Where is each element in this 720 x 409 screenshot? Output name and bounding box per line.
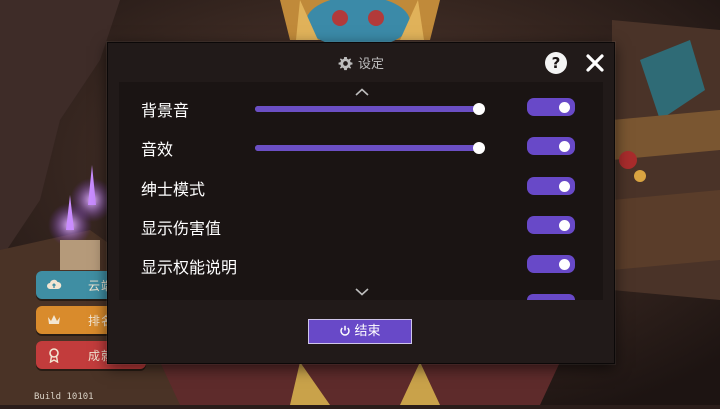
help-button[interactable]: ? xyxy=(545,52,567,74)
show-power-info-toggle[interactable] xyxy=(527,255,575,273)
setting-label-sound-effects: 音效 xyxy=(141,140,174,159)
show-damage-toggle[interactable] xyxy=(527,216,575,234)
background-music-slider[interactable] xyxy=(255,103,485,115)
help-icon: ? xyxy=(551,54,561,72)
toggle-knob xyxy=(559,259,570,270)
setting-row-background-music: 背景音 xyxy=(119,92,603,122)
build-version-label: Build 10101 xyxy=(34,392,94,402)
toggle-knob xyxy=(559,220,570,231)
gentleman-mode-toggle[interactable] xyxy=(527,177,575,195)
end-game-button[interactable]: 结束 xyxy=(308,319,412,344)
chevron-down-icon[interactable] xyxy=(355,288,369,296)
settings-list[interactable]: 背景音 音效 绅士模式 显示伤害值 显示权能说明 xyxy=(119,82,603,300)
setting-label-gentleman-mode: 绅士模式 xyxy=(141,180,206,199)
sound-effects-toggle[interactable] xyxy=(527,137,575,155)
slider-handle[interactable] xyxy=(473,103,485,115)
gear-icon xyxy=(338,56,353,71)
slider-handle[interactable] xyxy=(473,142,485,154)
dialog-title: 设定 xyxy=(108,53,614,72)
next-setting-toggle-partial[interactable] xyxy=(527,294,575,300)
toggle-knob xyxy=(559,181,570,192)
setting-row-show-power-info: 显示权能说明 xyxy=(119,249,603,279)
settings-dialog: 设定 ? 背景音 音效 绅士模式 显示伤害值 显示权能说明 结束 xyxy=(107,42,615,364)
sound-effects-slider[interactable] xyxy=(255,142,485,154)
close-icon[interactable] xyxy=(585,53,605,73)
medal-icon xyxy=(49,348,59,363)
setting-label-show-damage: 显示伤害值 xyxy=(141,219,222,238)
cloud-icon xyxy=(47,279,62,289)
setting-label-show-power-info: 显示权能说明 xyxy=(141,258,238,277)
slider-fill xyxy=(255,106,479,112)
toggle-knob xyxy=(559,102,570,113)
dialog-title-text: 设定 xyxy=(357,57,384,72)
setting-row-gentleman-mode: 绅士模式 xyxy=(119,171,603,201)
power-icon xyxy=(340,325,351,336)
end-game-button-label: 结束 xyxy=(354,324,381,339)
slider-fill xyxy=(255,145,479,151)
setting-row-sound-effects: 音效 xyxy=(119,131,603,161)
setting-row-show-damage: 显示伤害值 xyxy=(119,210,603,240)
crown-icon xyxy=(48,315,60,324)
background-music-toggle[interactable] xyxy=(527,98,575,116)
setting-label-background-music: 背景音 xyxy=(141,101,190,120)
toggle-knob xyxy=(559,141,570,152)
